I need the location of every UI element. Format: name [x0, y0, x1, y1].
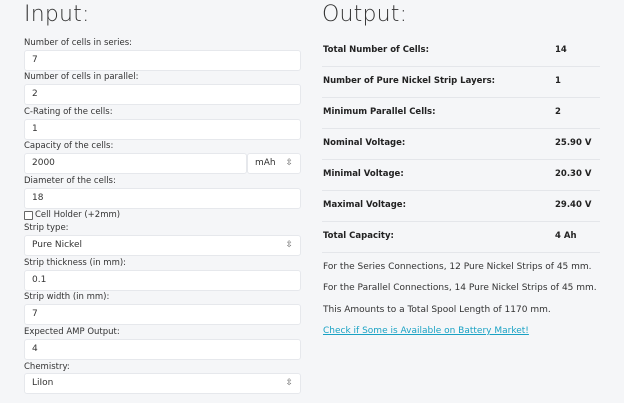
strip-width-input[interactable]: 7	[24, 304, 301, 325]
output-value: 29.40 V	[555, 200, 592, 210]
output-heading: Output:	[322, 2, 408, 27]
strip-type-label: Strip type:	[24, 223, 69, 233]
output-label: Total Number of Cells:	[323, 45, 429, 55]
chevron-updown-icon: ⇳	[285, 158, 293, 168]
cells-parallel-label: Number of cells in parallel:	[24, 72, 139, 82]
battery-market-link[interactable]: Check if Some is Available on Battery Ma…	[323, 326, 529, 336]
c-rating-input[interactable]: 1	[24, 119, 301, 140]
diameter-label: Diameter of the cells:	[24, 176, 116, 186]
output-label: Maximal Voltage:	[323, 200, 406, 210]
summary-parallel: For the Parallel Connections, 14 Pure Ni…	[323, 283, 597, 293]
output-label: Number of Pure Nickel Strip Layers:	[323, 76, 496, 86]
output-label: Nominal Voltage:	[323, 138, 406, 148]
chevron-updown-icon: ⇳	[285, 378, 293, 388]
output-row-total-capacity: Total Capacity: 4 Ah	[322, 221, 600, 253]
capacity-label: Capacity of the cells:	[24, 141, 114, 151]
strip-thickness-input[interactable]: 0.1	[24, 270, 301, 291]
output-row-minimal-voltage: Minimal Voltage: 20.30 V	[322, 159, 600, 191]
output-value: 14	[555, 45, 567, 55]
output-value: 25.90 V	[555, 138, 592, 148]
output-row-maximal-voltage: Maximal Voltage: 29.40 V	[322, 190, 600, 222]
output-row-total-cells: Total Number of Cells: 14	[322, 35, 600, 67]
output-value: 2	[555, 107, 561, 117]
output-value: 1	[555, 76, 561, 86]
strip-thickness-label: Strip thickness (in mm):	[24, 258, 127, 268]
summary-series: For the Series Connections, 12 Pure Nick…	[323, 262, 592, 272]
output-value: 4 Ah	[555, 231, 577, 241]
amp-output-input[interactable]: 4	[24, 339, 301, 360]
strip-type-select[interactable]: Pure Nickel ⇳	[24, 235, 301, 256]
cell-holder-checkbox[interactable]	[24, 210, 33, 220]
chemistry-value: LiIon	[32, 378, 54, 388]
cells-series-label: Number of cells in series:	[24, 38, 132, 48]
output-value: 20.30 V	[555, 169, 592, 179]
output-label: Total Capacity:	[323, 231, 394, 241]
summary-spool-length: This Amounts to a Total Spool Length of …	[323, 305, 551, 315]
output-row-min-parallel: Minimum Parallel Cells: 2	[322, 97, 600, 129]
cell-holder-option[interactable]: Cell Holder (+2mm)	[24, 210, 120, 220]
output-label: Minimum Parallel Cells:	[323, 107, 436, 117]
chemistry-select[interactable]: LiIon ⇳	[24, 373, 301, 394]
c-rating-label: C-Rating of the cells:	[24, 107, 113, 117]
output-row-nominal-voltage: Nominal Voltage: 25.90 V	[322, 128, 600, 160]
cells-parallel-input[interactable]: 2	[24, 84, 301, 105]
amp-output-label: Expected AMP Output:	[24, 327, 120, 337]
cells-series-input[interactable]: 7	[24, 50, 301, 71]
diameter-input[interactable]: 18	[24, 188, 301, 209]
capacity-unit-value: mAh	[255, 158, 276, 168]
output-row-strip-layers: Number of Pure Nickel Strip Layers: 1	[322, 66, 600, 98]
cell-holder-label: Cell Holder (+2mm)	[35, 210, 121, 220]
chemistry-label: Chemistry:	[24, 362, 70, 372]
capacity-unit-select[interactable]: mAh ⇳	[247, 153, 301, 174]
strip-type-value: Pure Nickel	[32, 240, 82, 250]
chevron-updown-icon: ⇳	[285, 240, 293, 250]
capacity-input[interactable]: 2000	[24, 153, 247, 174]
output-label: Minimal Voltage:	[323, 169, 404, 179]
input-heading: Input:	[24, 2, 90, 27]
strip-width-label: Strip width (in mm):	[24, 292, 110, 302]
